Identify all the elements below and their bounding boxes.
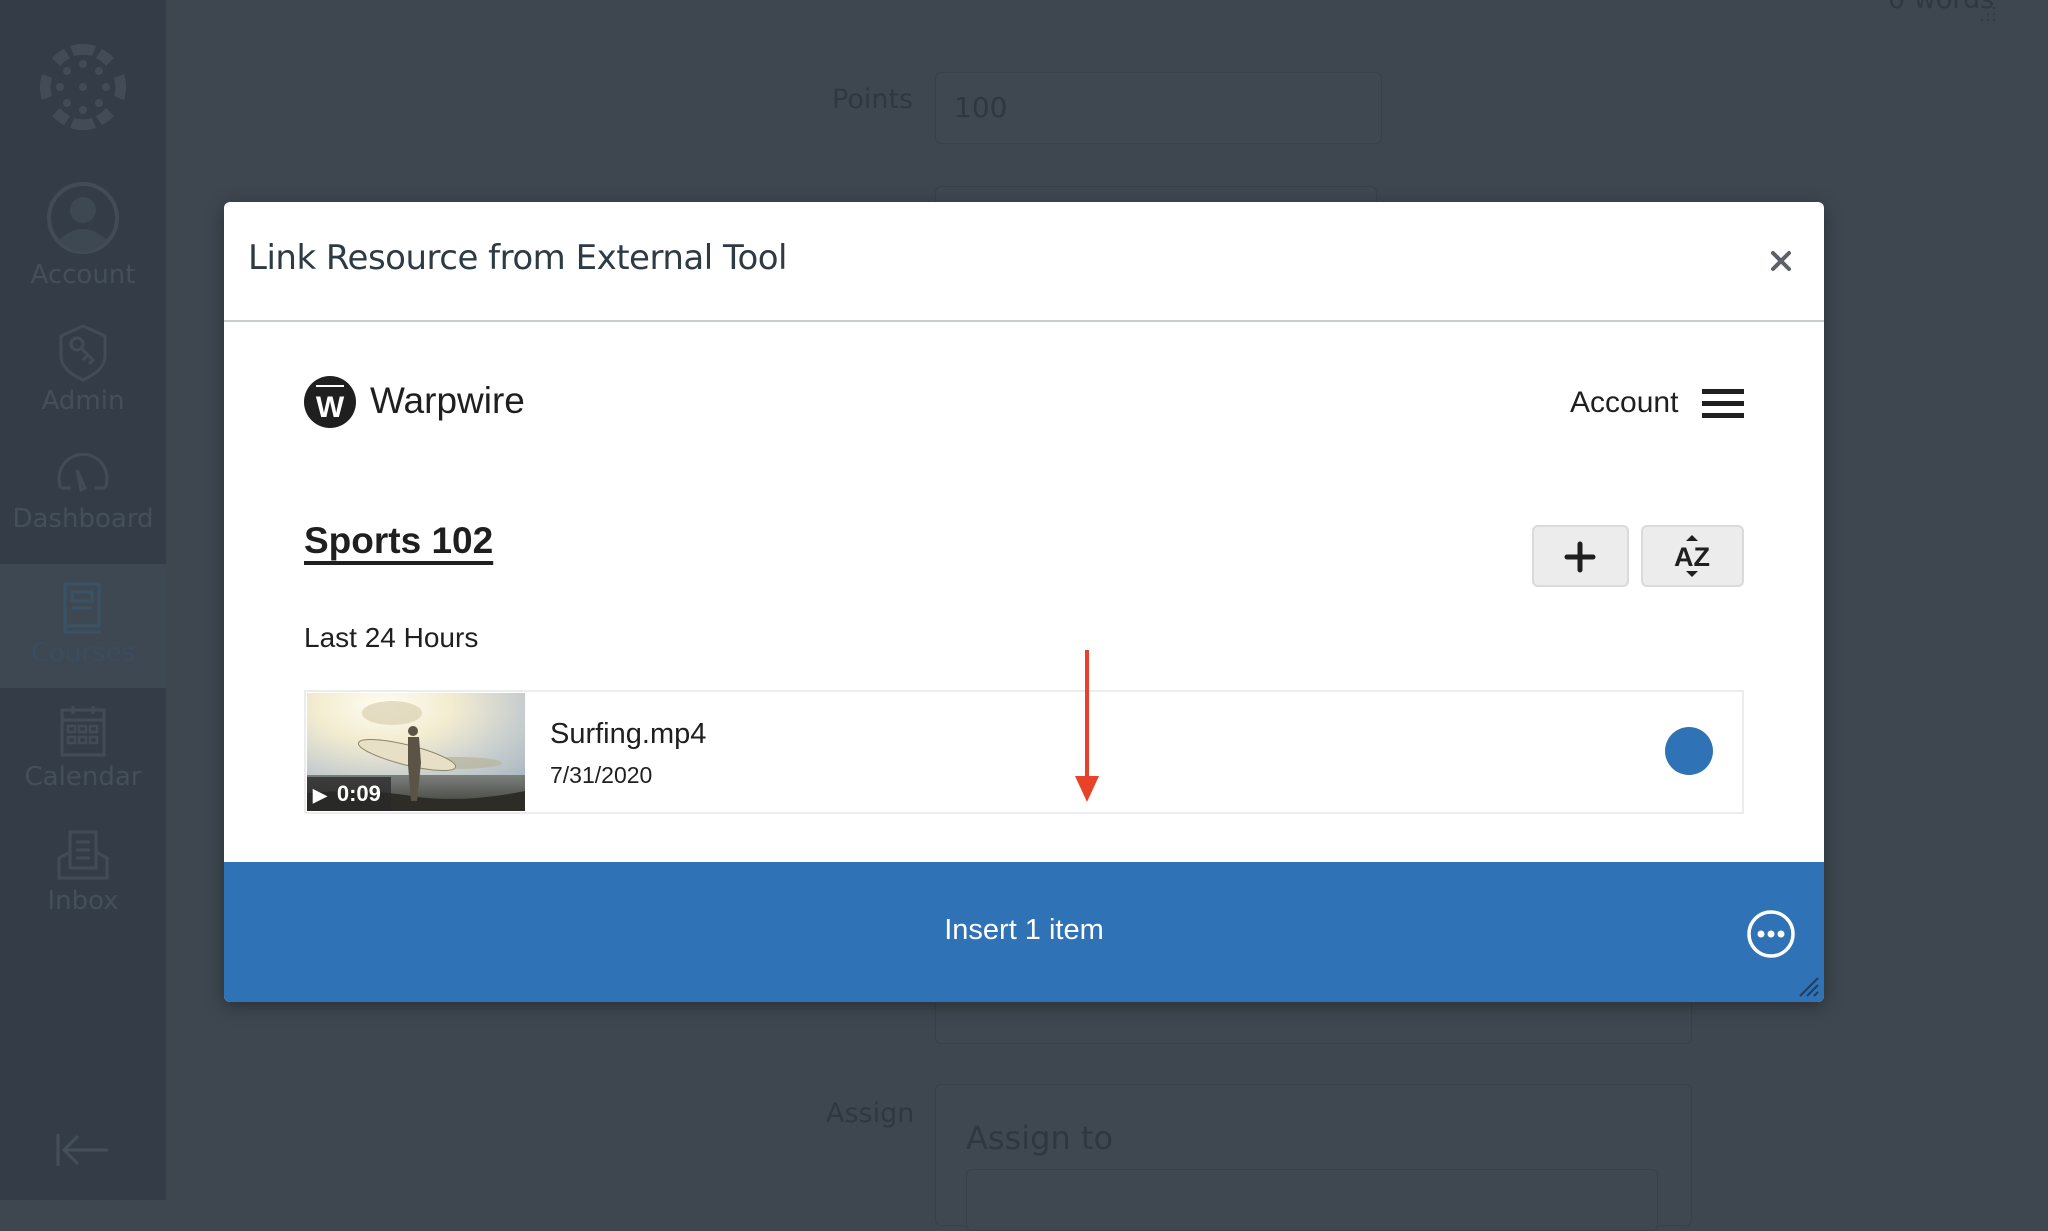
points-value: 100 <box>954 91 1008 124</box>
nav-dashboard[interactable]: Dashboard <box>0 444 166 568</box>
play-icon: ▶ <box>313 785 327 805</box>
insert-items-label: Insert 1 item <box>944 914 1104 946</box>
nav-account-label: Account <box>30 260 136 290</box>
media-date: 7/31/2020 <box>550 762 653 788</box>
book-icon <box>63 582 101 634</box>
item-selected-indicator[interactable] <box>1665 727 1713 775</box>
media-list-item[interactable]: ▶ 0:09 Surfing.mp4 7/31/2020 <box>304 690 1744 814</box>
nav-inbox-label: Inbox <box>47 886 119 916</box>
calendar-icon <box>60 706 106 757</box>
nav-dashboard-label: Dashboard <box>12 504 154 534</box>
warpwire-logo-letter: W <box>316 391 345 424</box>
sort-az-icon: AZ <box>1674 535 1710 577</box>
media-title: Surfing.mp4 <box>550 718 707 750</box>
video-thumbnail[interactable]: ▶ 0:09 <box>307 693 525 811</box>
warpwire-brand-name: Warpwire <box>370 380 525 421</box>
assign-to-input[interactable] <box>966 1169 1658 1231</box>
close-icon[interactable] <box>1764 244 1798 278</box>
section-heading: Last 24 Hours <box>304 622 479 653</box>
collapse-arrow-icon[interactable] <box>52 1130 112 1170</box>
inbox-icon <box>57 830 109 880</box>
nav-calendar[interactable]: Calendar <box>0 704 166 828</box>
global-nav-sidebar: Account Admin Dashboard Courses Calendar… <box>0 0 166 1200</box>
link-resource-modal: Link Resource from External Tool W Warpw… <box>224 202 1824 1002</box>
resize-handle-icon[interactable] <box>1796 974 1820 998</box>
video-duration-badge: ▶ 0:09 <box>307 777 391 811</box>
shield-key-icon <box>59 324 107 382</box>
assign-to-panel: Assign to <box>935 1084 1692 1231</box>
resize-grip-icon <box>1980 6 1996 22</box>
sort-label: AZ <box>1674 542 1710 572</box>
warpwire-logo-icon: W <box>304 376 356 428</box>
sort-button[interactable]: AZ <box>1641 525 1744 587</box>
account-link[interactable]: Account <box>1570 386 1678 420</box>
red-annotation-arrow-icon <box>1075 650 1099 802</box>
nav-courses-label: Courses <box>30 638 136 668</box>
points-label: Points <box>832 84 914 115</box>
assign-to-heading: Assign to <box>966 1119 1114 1157</box>
insert-items-button[interactable]: Insert 1 item <box>224 862 1824 1002</box>
nav-admin[interactable]: Admin <box>0 322 166 446</box>
modal-header: Link Resource from External Tool <box>224 202 1824 322</box>
gauge-icon <box>57 452 109 493</box>
nav-courses[interactable]: Courses <box>0 564 166 688</box>
assign-label: Assign <box>826 1098 915 1129</box>
nav-calendar-label: Calendar <box>24 762 142 792</box>
canvas-logo-icon[interactable] <box>40 44 126 130</box>
add-media-button[interactable] <box>1532 525 1629 587</box>
user-icon <box>47 182 119 254</box>
nav-inbox[interactable]: Inbox <box>0 830 166 954</box>
course-title-link[interactable]: Sports 102 <box>304 520 493 562</box>
nav-admin-label: Admin <box>41 386 125 416</box>
nav-account[interactable]: Account <box>0 180 166 304</box>
plus-icon <box>1564 541 1596 573</box>
points-input[interactable]: 100 <box>935 72 1382 144</box>
insert-label-wrap: Insert 1 item <box>224 862 1824 1002</box>
video-duration: 0:09 <box>336 781 381 806</box>
more-options-icon[interactable] <box>1746 909 1796 959</box>
hamburger-icon[interactable] <box>1702 386 1744 420</box>
modal-title: Link Resource from External Tool <box>248 238 788 278</box>
